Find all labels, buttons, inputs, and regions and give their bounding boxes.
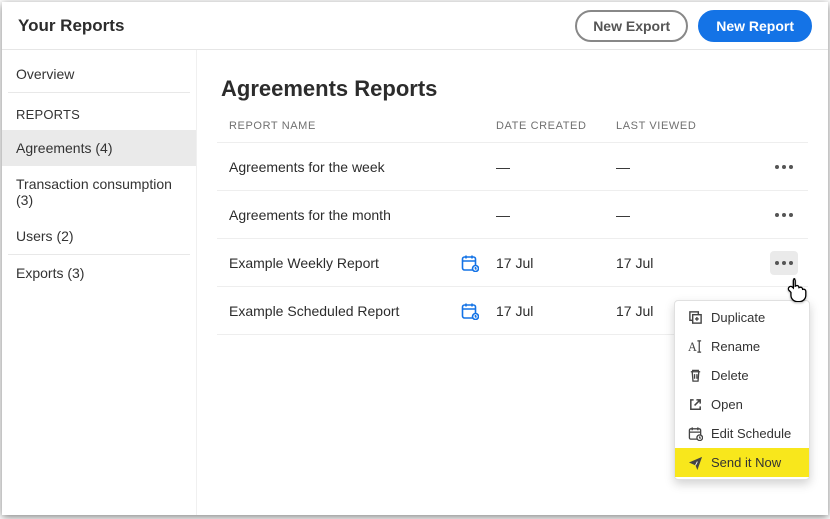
rename-icon: A xyxy=(687,339,703,354)
top-bar: Your Reports New Export New Report xyxy=(2,2,828,50)
table-header: REPORT NAME DATE CREATED LAST VIEWED xyxy=(217,120,808,143)
row-created: — xyxy=(496,159,616,175)
sidebar-item-exports[interactable]: Exports (3) xyxy=(2,255,196,291)
row-viewed: 17 Jul xyxy=(616,255,736,271)
page-title: Agreements Reports xyxy=(221,76,808,102)
page-app-title: Your Reports xyxy=(18,16,124,36)
menu-item-send-it-now[interactable]: Send it Now xyxy=(675,448,809,477)
main-content: Agreements Reports REPORT NAME DATE CREA… xyxy=(197,50,828,515)
row-name: Example Weekly Report xyxy=(221,255,461,271)
table-row: Example Weekly Report 17 Jul17 Jul xyxy=(217,239,808,287)
row-name: Agreements for the month xyxy=(221,207,461,223)
scheduled-icon xyxy=(461,302,496,320)
sidebar-item-transaction-consumption[interactable]: Transaction consumption (3) xyxy=(2,166,196,218)
sidebar: Overview REPORTS Agreements (4) Transact… xyxy=(2,50,197,515)
send-icon xyxy=(687,455,703,470)
sidebar-section-reports: REPORTS xyxy=(2,93,196,130)
menu-item-duplicate[interactable]: Duplicate xyxy=(675,303,809,332)
svg-text:A: A xyxy=(688,340,697,354)
column-header-name: REPORT NAME xyxy=(221,120,496,132)
menu-item-edit-schedule[interactable]: Edit Schedule xyxy=(675,419,809,448)
table-row: Agreements for the week —— xyxy=(217,143,808,191)
row-created: 17 Jul xyxy=(496,255,616,271)
schedule-icon xyxy=(687,426,703,441)
menu-item-label: Rename xyxy=(711,339,760,354)
row-name: Example Scheduled Report xyxy=(221,303,461,319)
menu-item-rename[interactable]: A Rename xyxy=(675,332,809,361)
delete-icon xyxy=(687,368,703,383)
sidebar-item-overview[interactable]: Overview xyxy=(2,56,196,92)
row-actions-button[interactable] xyxy=(770,203,798,227)
open-icon xyxy=(687,397,703,412)
row-context-menu: Duplicate A Rename Delete Open Edit Schedule S… xyxy=(674,300,810,480)
new-export-button[interactable]: New Export xyxy=(575,10,688,42)
row-actions-button[interactable] xyxy=(770,251,798,275)
menu-item-label: Delete xyxy=(711,368,749,383)
scheduled-icon xyxy=(461,254,496,272)
column-header-viewed: LAST VIEWED xyxy=(616,120,736,132)
menu-item-open[interactable]: Open xyxy=(675,390,809,419)
table-row: Agreements for the month —— xyxy=(217,191,808,239)
sidebar-item-agreements[interactable]: Agreements (4) xyxy=(2,130,196,166)
menu-item-label: Edit Schedule xyxy=(711,426,791,441)
column-header-created: DATE CREATED xyxy=(496,120,616,132)
row-created: — xyxy=(496,207,616,223)
sidebar-item-users[interactable]: Users (2) xyxy=(2,218,196,254)
row-created: 17 Jul xyxy=(496,303,616,319)
new-report-button[interactable]: New Report xyxy=(698,10,812,42)
menu-item-delete[interactable]: Delete xyxy=(675,361,809,390)
menu-item-label: Send it Now xyxy=(711,455,781,470)
row-name: Agreements for the week xyxy=(221,159,461,175)
row-viewed: — xyxy=(616,207,736,223)
menu-item-label: Open xyxy=(711,397,743,412)
row-actions-button[interactable] xyxy=(770,155,798,179)
row-viewed: — xyxy=(616,159,736,175)
duplicate-icon xyxy=(687,310,703,325)
menu-item-label: Duplicate xyxy=(711,310,765,325)
